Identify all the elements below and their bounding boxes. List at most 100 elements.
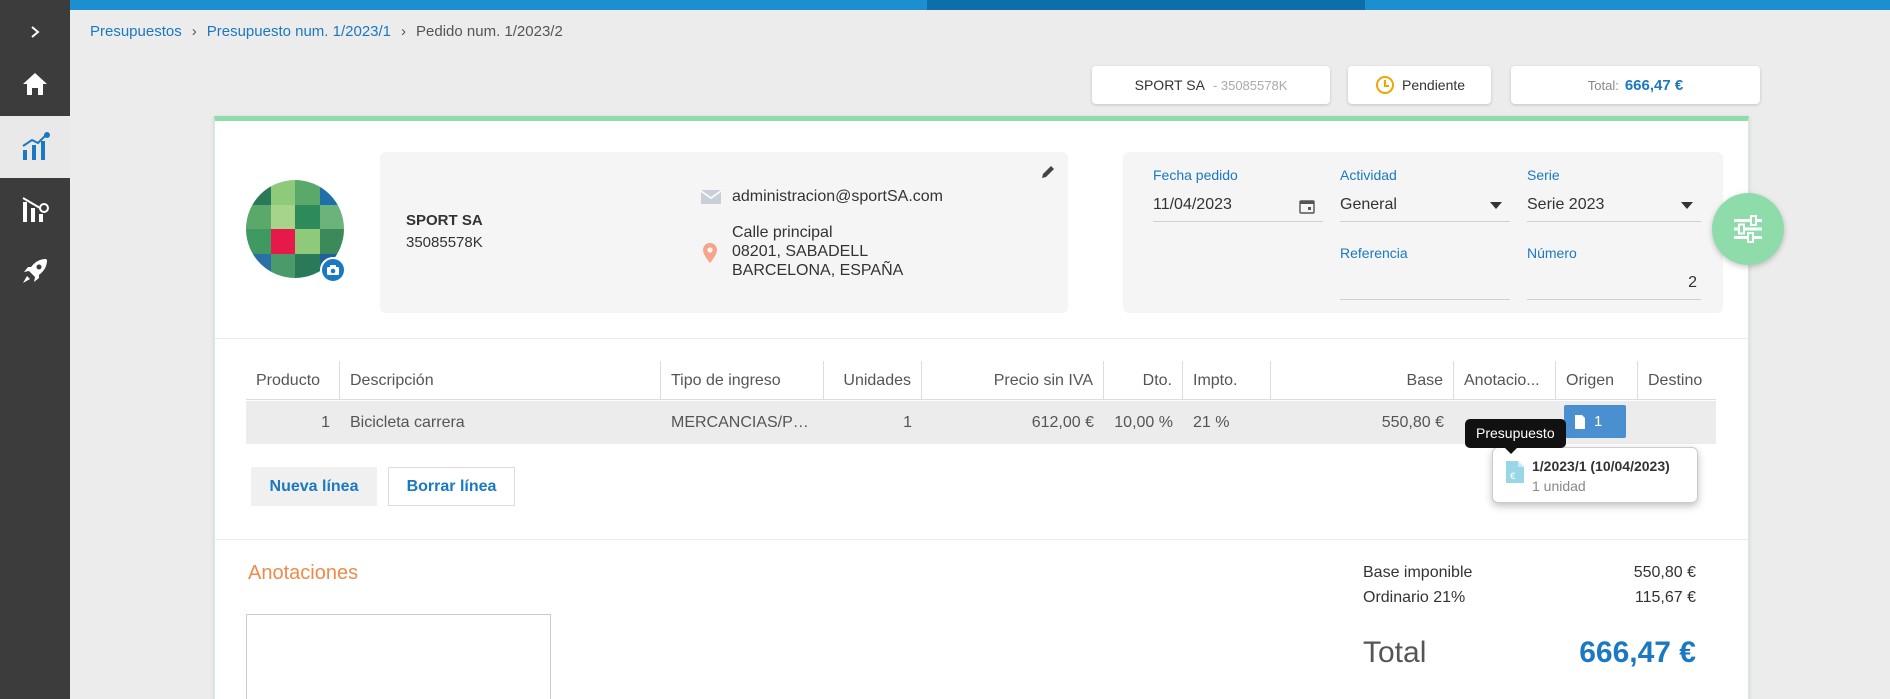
filters-button[interactable] [1712, 193, 1784, 265]
totals-summary: Base imponible 550,80 € Ordinario 21% 11… [1363, 560, 1696, 610]
total-pill: Total: 666,47 € [1511, 66, 1760, 104]
cell-unidades: 1 [903, 414, 912, 431]
numero-value: 2 [1688, 274, 1697, 291]
chevron-right-icon: › [401, 23, 407, 40]
column-header-dto[interactable]: Dto. [1104, 361, 1183, 400]
status-pill[interactable]: Pendiente [1348, 66, 1491, 104]
sidebar-item-launch[interactable] [0, 240, 70, 302]
total-pill-value: 666,47 € [1624, 76, 1684, 94]
fecha-label: Fecha pedido [1153, 167, 1238, 183]
tooltip: Presupuesto [1465, 419, 1566, 454]
svg-text:€: € [1510, 472, 1516, 482]
location-pin-icon [703, 243, 717, 263]
column-header-impto[interactable]: Impto. [1183, 361, 1271, 400]
origin-document-button[interactable]: 1 [1564, 405, 1626, 438]
client-info-box: SPORT SA 35085578K administracion@sportS… [380, 152, 1068, 313]
annotations-title: Anotaciones [248, 562, 359, 584]
breadcrumb: Presupuestos › Presupuesto num. 1/2023/1… [90, 23, 563, 40]
grand-total-label: Total [1363, 636, 1427, 669]
actividad-value: General [1340, 196, 1397, 213]
cell-tipo: MERCANCIAS/PR... [671, 414, 818, 431]
sidebar-item-sales[interactable] [0, 116, 70, 178]
delete-line-button[interactable]: Borrar línea [388, 467, 515, 506]
numero-label: Número [1527, 245, 1577, 261]
column-header-producto[interactable]: Producto [246, 361, 340, 400]
address-line: BARCELONA, ESPAÑA [732, 262, 904, 279]
serie-value: Serie 2023 [1527, 196, 1605, 213]
document-icon: € [1506, 461, 1524, 483]
cell-dto: 10,00 % [1114, 414, 1173, 431]
edit-icon[interactable] [1040, 164, 1056, 180]
mail-icon [700, 190, 722, 204]
annotations-input[interactable] [246, 614, 551, 699]
client-summary-nif: - 35085578K [1212, 77, 1288, 93]
fecha-input[interactable]: 11/04/2023 [1153, 192, 1323, 222]
actividad-label: Actividad [1340, 167, 1397, 183]
address-line: 08201, SABADELL [732, 243, 869, 260]
cell-producto: 1 [321, 414, 330, 431]
new-line-button[interactable]: Nueva línea [251, 467, 377, 506]
total-pill-label: Total: [1587, 77, 1619, 93]
top-progress-bar [0, 0, 1890, 10]
order-card: SPORT SA 35085578K administracion@sportS… [214, 116, 1749, 699]
column-header-destino[interactable]: Destino [1638, 361, 1716, 400]
chevron-right-icon [31, 26, 40, 38]
sidebar [0, 0, 70, 699]
client-name: SPORT SA [406, 212, 483, 229]
column-header-base[interactable]: Base [1271, 361, 1454, 400]
cell-base: 550,80 € [1381, 414, 1444, 431]
serie-label: Serie [1527, 167, 1560, 183]
column-header-origen[interactable]: Origen [1556, 361, 1638, 400]
status-label: Pendiente [1402, 77, 1466, 93]
column-header-precio[interactable]: Precio sin IVA [922, 361, 1104, 400]
client-summary-name: SPORT SA [1134, 77, 1205, 93]
cell-descripcion: Bicicleta carrera [350, 414, 465, 431]
column-header-unidades[interactable]: Unidades [824, 361, 922, 400]
numero-input[interactable]: 2 [1527, 270, 1701, 300]
serie-select[interactable]: Serie 2023 [1527, 192, 1701, 222]
section-divider [215, 338, 1748, 339]
column-header-descripcion[interactable]: Descripción [340, 361, 661, 400]
home-icon [23, 73, 47, 95]
client-address: Calle principal 08201, SABADELL BARCELON… [732, 223, 903, 280]
column-header-tipo[interactable]: Tipo de ingreso [661, 361, 824, 400]
camera-icon[interactable] [320, 257, 346, 283]
chevron-down-icon [1490, 202, 1502, 209]
popover-subtitle: 1 unidad [1532, 478, 1586, 494]
chart-icon [22, 132, 50, 160]
calendar-icon[interactable] [1299, 198, 1315, 214]
chevron-right-icon: › [191, 23, 197, 40]
sidebar-item-analytics[interactable] [0, 178, 70, 240]
client-email[interactable]: administracion@sportSA.com [732, 188, 943, 206]
base-label: Base imponible [1363, 564, 1473, 581]
base-value: 550,80 € [1633, 564, 1696, 581]
totals-row-base: Base imponible 550,80 € [1363, 560, 1696, 585]
cell-impto: 21 % [1193, 414, 1230, 431]
client-nif: 35085578K [406, 234, 483, 251]
referencia-input[interactable] [1340, 270, 1510, 300]
section-divider [215, 539, 1748, 540]
address-line: Calle principal [732, 224, 833, 241]
rocket-icon [23, 259, 47, 283]
breadcrumb-link-presupuesto[interactable]: Presupuesto num. 1/2023/1 [207, 23, 391, 40]
origin-count: 1 [1594, 413, 1603, 430]
fecha-value: 11/04/2023 [1153, 196, 1232, 213]
order-fields-box: Fecha pedido 11/04/2023 Actividad Genera… [1123, 152, 1723, 313]
actividad-select[interactable]: General [1340, 192, 1510, 222]
origin-popover[interactable]: € 1/2023/1 (10/04/2023) 1 unidad [1492, 447, 1698, 503]
clock-icon [1376, 76, 1394, 94]
client-summary-pill[interactable]: SPORT SA - 35085578K [1092, 66, 1330, 104]
grand-total-value: 666,47 € [1579, 636, 1696, 669]
referencia-label: Referencia [1340, 245, 1408, 261]
tax-value: 115,67 € [1634, 589, 1696, 606]
breadcrumb-current: Pedido num. 1/2023/2 [416, 23, 563, 40]
column-header-anotaciones[interactable]: Anotacio... [1454, 361, 1556, 400]
filters-icon [1734, 215, 1762, 243]
popover-title: 1/2023/1 (10/04/2023) [1532, 458, 1670, 474]
totals-row-tax: Ordinario 21% 115,67 € [1363, 585, 1696, 610]
sidebar-item-home[interactable] [0, 53, 70, 115]
chevron-down-icon [1681, 202, 1693, 209]
table-header: Producto Descripción Tipo de ingreso Uni… [246, 361, 1716, 400]
breadcrumb-link-presupuestos[interactable]: Presupuestos [90, 23, 182, 40]
tax-label: Ordinario 21% [1363, 589, 1466, 606]
